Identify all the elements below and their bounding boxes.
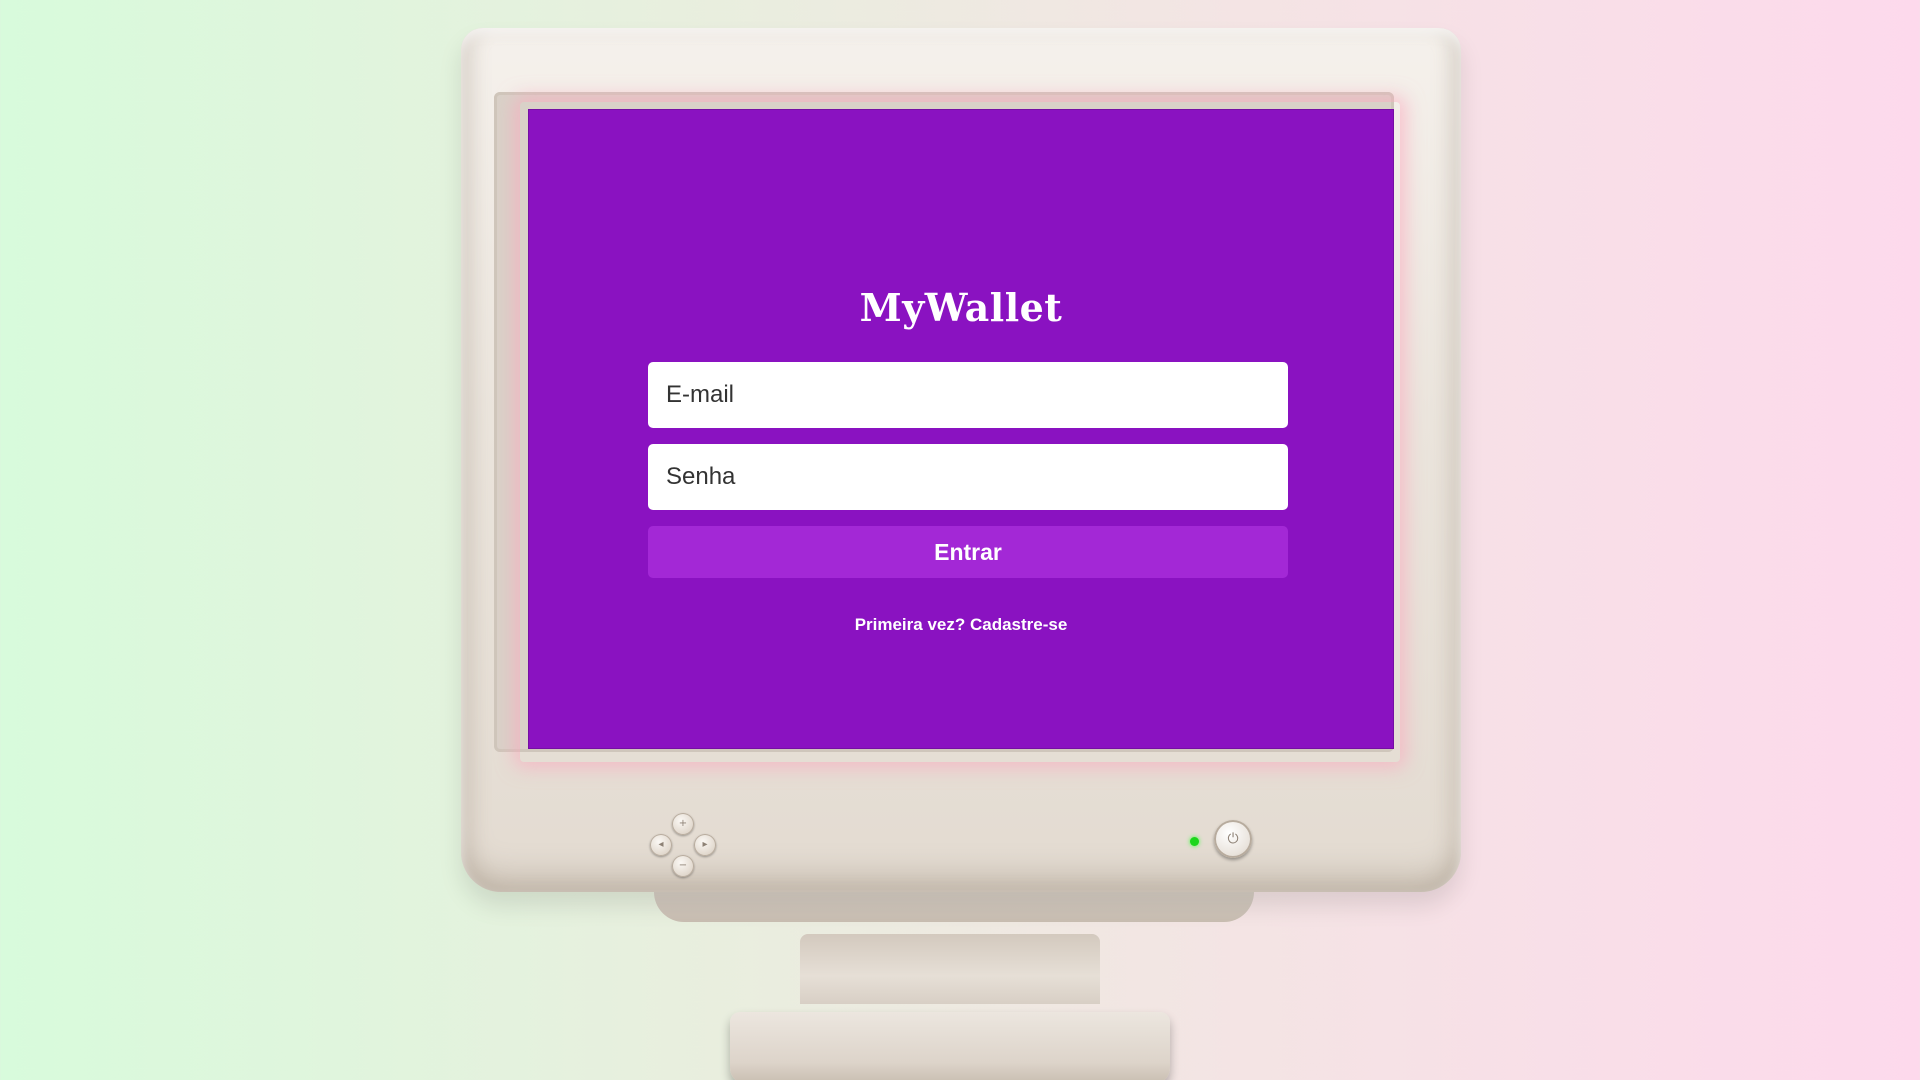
monitor-foot [730, 1012, 1170, 1080]
login-form: Entrar [648, 362, 1288, 578]
email-input[interactable] [648, 362, 1288, 428]
app-logo: MyWallet [859, 285, 1063, 330]
crt-monitor: MyWallet Entrar Primeira vez? Cadastre-s… [454, 22, 1466, 1080]
login-button[interactable]: Entrar [648, 526, 1288, 578]
monitor-neck [654, 892, 1254, 922]
power-led [1190, 837, 1199, 846]
power-icon[interactable]: ⏻ [1214, 820, 1252, 858]
signup-link[interactable]: Primeira vez? Cadastre-se [528, 615, 1394, 635]
monitor-stand [800, 934, 1100, 1004]
password-input[interactable] [648, 444, 1288, 510]
arrow-left-icon[interactable]: ◂ [650, 834, 672, 856]
plus-icon[interactable]: + [672, 813, 694, 835]
arrow-right-icon[interactable]: ▸ [694, 834, 716, 856]
minus-icon[interactable]: − [672, 855, 694, 877]
app-screen: MyWallet Entrar Primeira vez? Cadastre-s… [528, 109, 1394, 749]
